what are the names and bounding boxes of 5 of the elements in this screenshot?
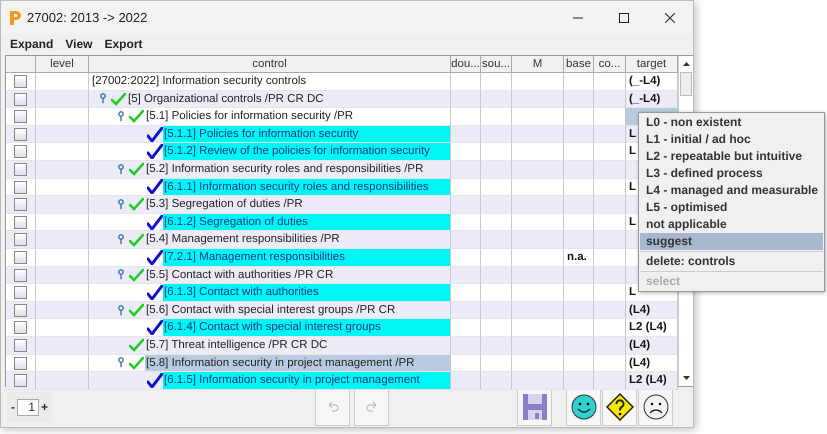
window-title: 27002: 2013 -> 2022: [27, 8, 148, 27]
table-cell: L2 (L4): [626, 372, 678, 390]
table-cell: (L4): [626, 336, 678, 354]
table-cell: (_-L4): [626, 90, 678, 108]
table-cell: (L4): [626, 302, 678, 320]
